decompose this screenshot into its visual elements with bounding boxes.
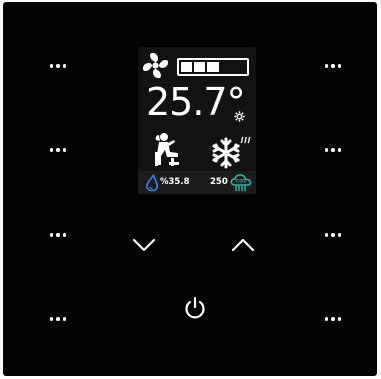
right-button-2[interactable] xyxy=(320,143,346,157)
dot xyxy=(337,148,342,152)
relaxing-person-icon xyxy=(155,133,179,166)
chevron-up-icon xyxy=(231,238,255,252)
dot xyxy=(324,317,329,321)
dot xyxy=(324,64,329,68)
dot xyxy=(49,64,54,68)
dot xyxy=(56,233,60,237)
dot xyxy=(56,64,60,68)
right-button-4[interactable] xyxy=(320,312,346,326)
dot xyxy=(324,233,329,237)
thermostat-panel: 25.7° %35.8 250 CO2 xyxy=(3,2,377,376)
co2-value: 250 xyxy=(210,177,228,187)
gear-icon xyxy=(234,111,245,122)
fan-level-segment xyxy=(207,62,219,72)
fan-level-segment xyxy=(181,62,193,72)
dot xyxy=(49,233,54,237)
left-button-4[interactable] xyxy=(45,312,71,326)
chevron-down-icon xyxy=(132,238,156,252)
dot xyxy=(324,148,329,152)
fan-level-segment xyxy=(234,62,245,72)
dot xyxy=(62,317,67,321)
left-button-3[interactable] xyxy=(45,228,71,242)
fan-level-bar xyxy=(177,58,249,76)
co2-icon-label: CO2 xyxy=(236,179,246,185)
fan-level-segment xyxy=(194,62,206,72)
snowflake-cooling-icon xyxy=(212,136,251,169)
temperature-reading: 25.7° xyxy=(146,80,246,124)
thermostat-display: 25.7° %35.8 250 CO2 xyxy=(138,47,256,194)
right-button-3[interactable] xyxy=(320,228,346,242)
status-strip: %35.8 250 CO2 xyxy=(138,171,256,194)
power-icon xyxy=(185,296,205,319)
dot xyxy=(62,148,67,152)
humidity-drop-icon xyxy=(145,174,159,192)
dot xyxy=(337,233,342,237)
dot xyxy=(331,317,335,321)
dot xyxy=(331,233,335,237)
dot xyxy=(331,148,335,152)
left-button-2[interactable] xyxy=(45,143,71,157)
power-button[interactable] xyxy=(183,295,207,321)
dot xyxy=(337,64,342,68)
co2-cloud-icon: CO2 xyxy=(230,174,252,192)
dot xyxy=(49,148,54,152)
dot xyxy=(337,317,342,321)
dot xyxy=(62,64,67,68)
left-button-1[interactable] xyxy=(45,59,71,73)
fan-icon xyxy=(142,52,169,79)
humidity-value: %35.8 xyxy=(160,177,190,187)
temperature-down-button[interactable] xyxy=(131,236,157,254)
temperature-up-button[interactable] xyxy=(230,236,256,254)
dot xyxy=(331,64,335,68)
dot xyxy=(62,233,67,237)
dot xyxy=(56,148,60,152)
right-button-1[interactable] xyxy=(320,59,346,73)
dot xyxy=(49,317,54,321)
dot xyxy=(56,317,60,321)
fan-level-segment xyxy=(221,62,232,72)
